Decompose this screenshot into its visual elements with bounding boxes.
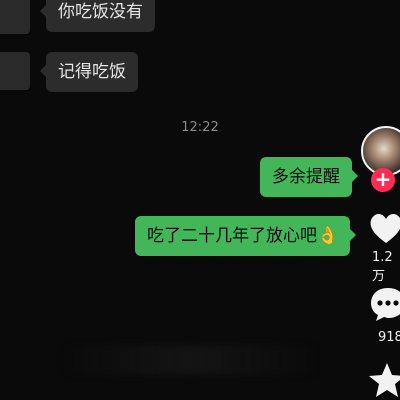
favorite-button[interactable] [367, 360, 400, 400]
heart-icon [370, 214, 400, 243]
like-button[interactable] [366, 208, 400, 248]
comment-button[interactable] [368, 285, 400, 323]
comment-count: 918 [378, 330, 400, 345]
incoming-message: 你吃饭没有 [40, 0, 155, 32]
blurred-caption [60, 345, 320, 375]
comment-icon [371, 288, 400, 321]
incoming-message: 记得吃饭 [40, 52, 138, 92]
plus-icon[interactable]: + [371, 168, 395, 192]
like-count: 1.2万 [372, 250, 393, 284]
outgoing-message: 吃了二十几年了放心吧👌 [135, 216, 357, 256]
contact-avatar [0, 0, 30, 34]
star-icon [369, 363, 400, 397]
video-frame: 你吃饭没有 记得吃饭 12:22 多余提醒 吃了二十几年了放心吧👌 + 1.2万… [0, 0, 400, 400]
contact-avatar [0, 52, 30, 90]
outgoing-message: 多余提醒 [260, 157, 358, 197]
message-timestamp: 12:22 [181, 120, 219, 135]
